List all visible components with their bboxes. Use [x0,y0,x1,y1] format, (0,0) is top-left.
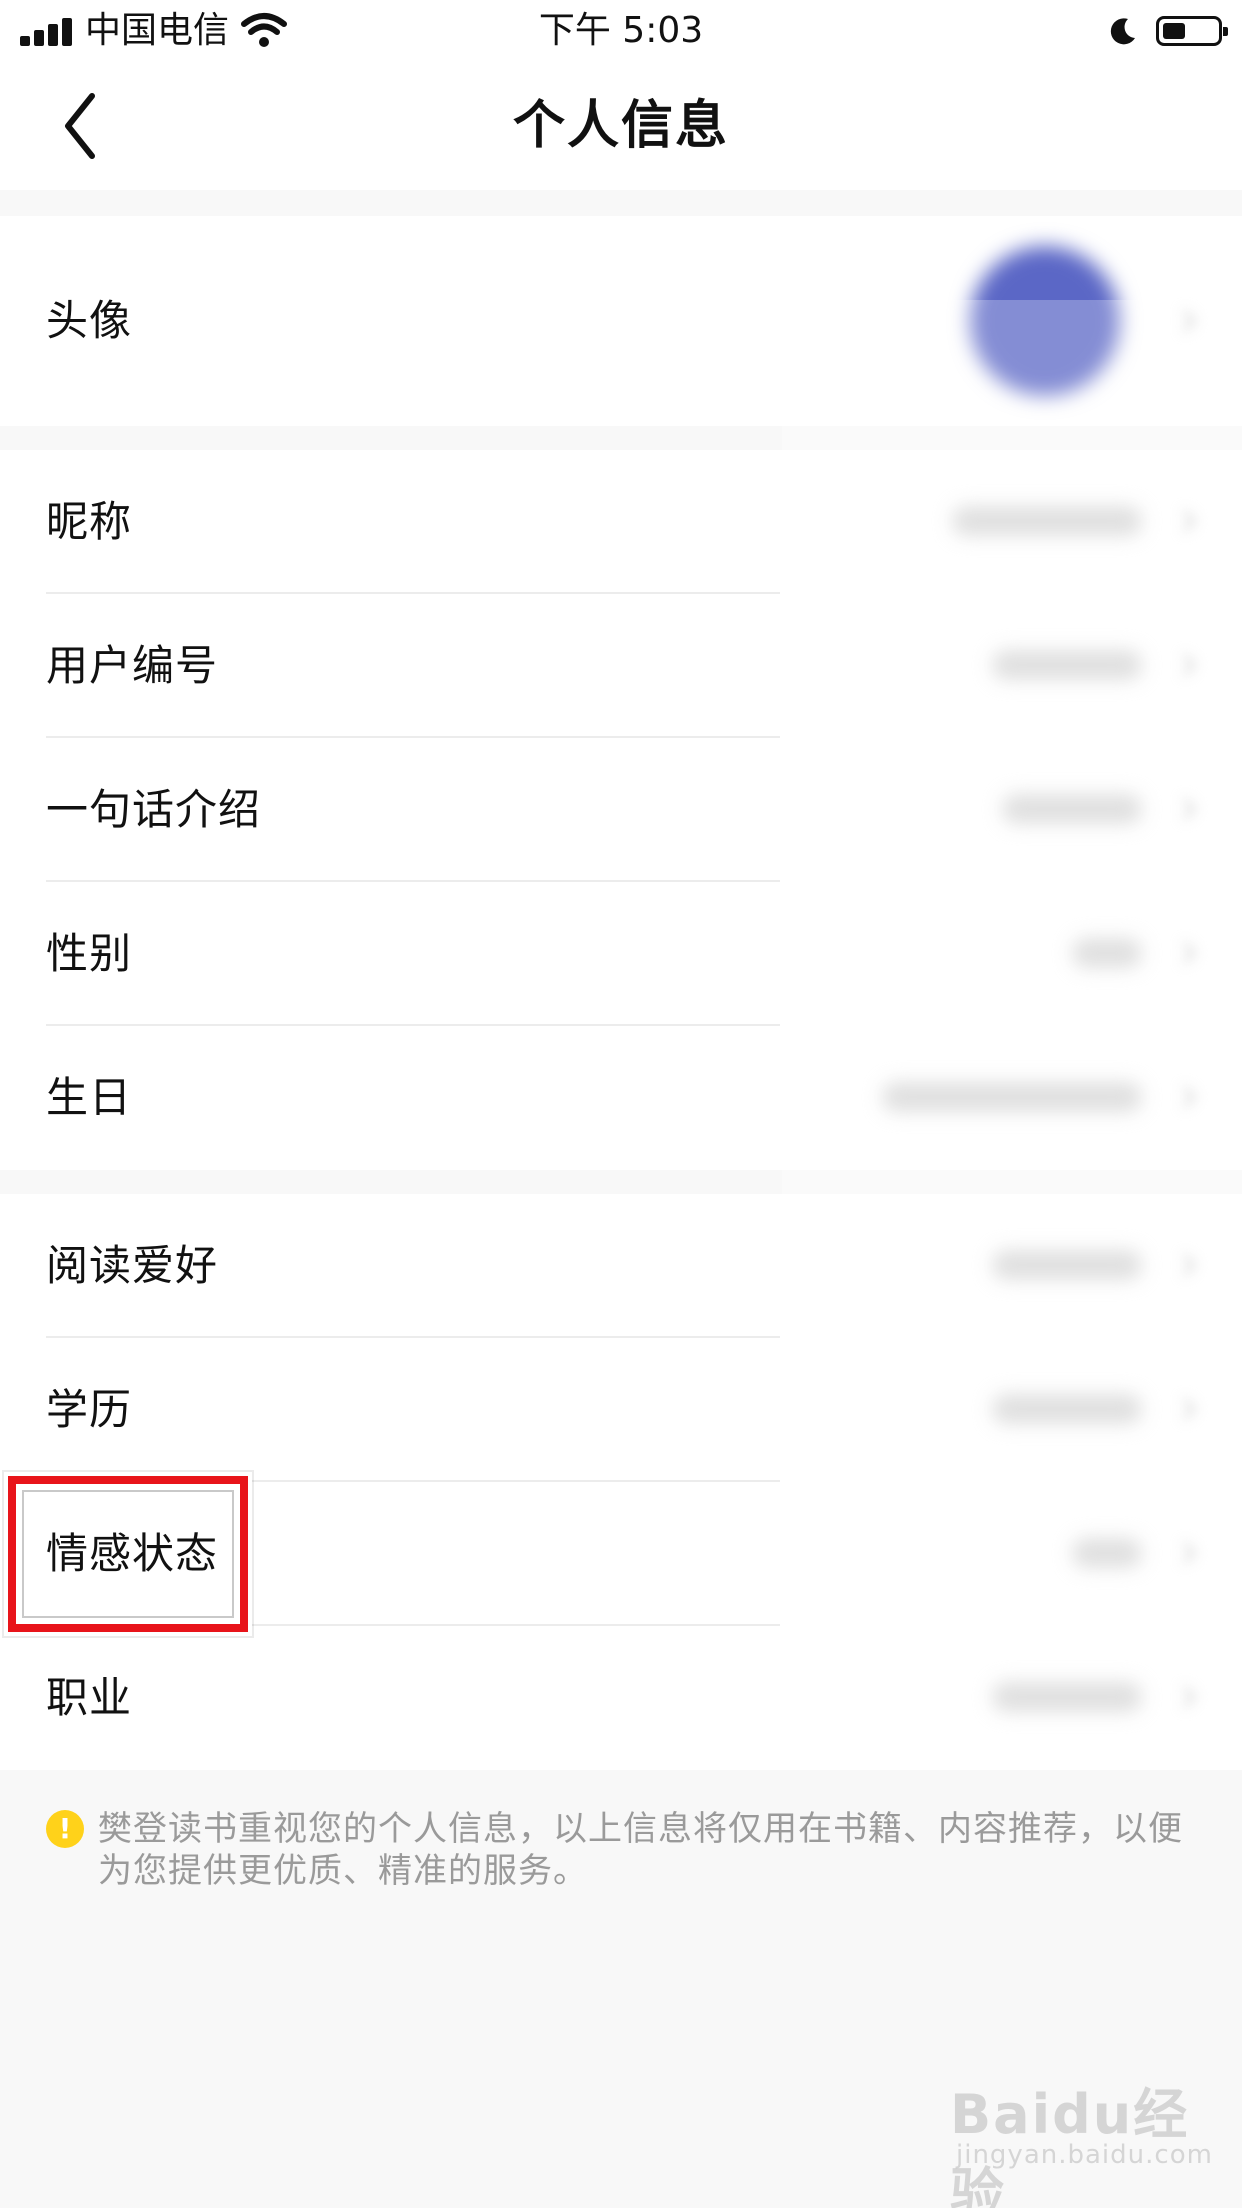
occupation-label: 职业 [46,1673,133,1722]
watermark-url: jingyan.baidu.com [956,2140,1213,2170]
moon-icon [1110,18,1135,45]
page-title: 个人信息 [512,96,729,156]
battery-icon [1156,16,1228,46]
education-label: 学历 [46,1385,133,1434]
birthday-label: 生日 [46,1073,133,1122]
nickname-label: 昵称 [46,497,133,546]
warning-icon: ! [46,1810,84,1848]
watermark-logo: Baidu经验 [950,2083,1190,2208]
relationship-status-label: 情感状态 [46,1529,219,1578]
blur-overlay [782,300,1242,1770]
avatar-label: 头像 [46,296,133,345]
intro-label: 一句话介绍 [46,785,262,834]
status-bar: 中国电信 下午 5:03 [0,0,1242,62]
user-id-label: 用户编号 [46,641,219,690]
gender-label: 性别 [46,929,133,978]
reading-hobby-label: 阅读爱好 [46,1241,219,1290]
watermark: Baidu经验 jingyan.baidu.com [950,2070,1230,2208]
clock: 下午 5:03 [538,10,704,51]
nav-bar: 个人信息 [0,62,1242,190]
notice-text: 樊登读书重视您的个人信息，以上信息将仅用在书籍、内容推荐，以便为您提供更优质、精… [98,1809,1183,1891]
